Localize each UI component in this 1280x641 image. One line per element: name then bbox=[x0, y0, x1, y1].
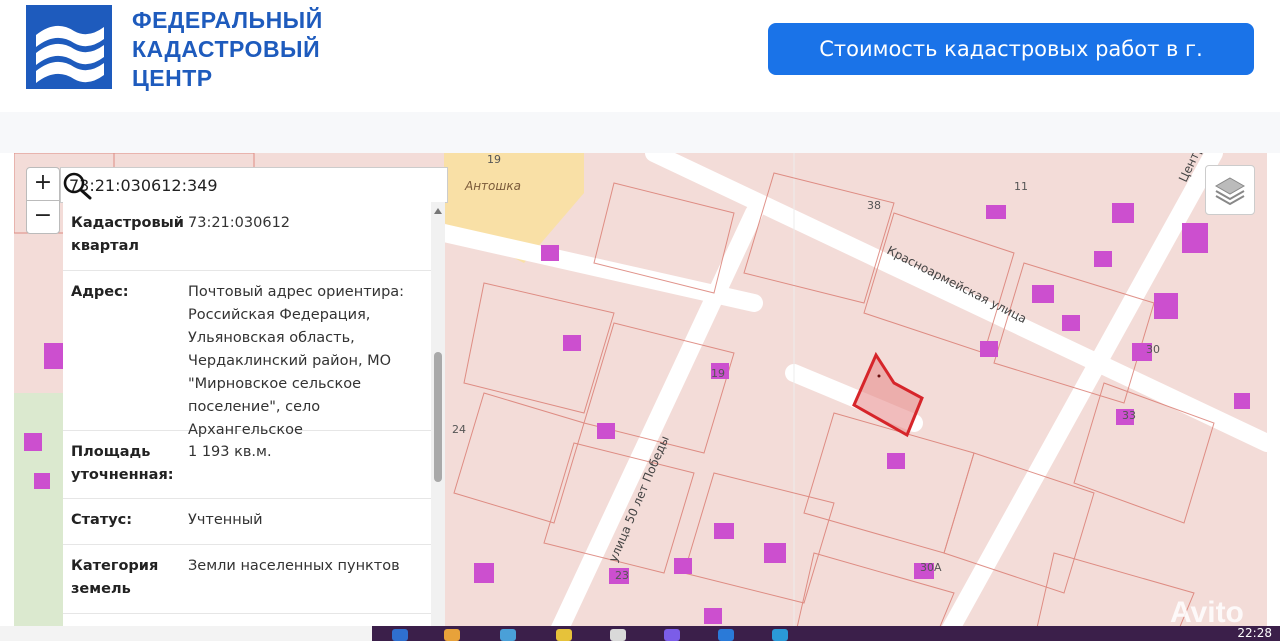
site-header: ФЕДЕРАЛЬНЫЙ КАДАСТРОВЫЙ ЦЕНТР Стоимость … bbox=[0, 0, 1280, 113]
object-info-panel: Кадастровый квартал 73:21:030612 Адрес: … bbox=[63, 202, 443, 641]
house-number-label: 33 bbox=[1122, 409, 1136, 422]
house-number-label: 30 bbox=[1146, 343, 1160, 356]
info-row: Статус: Учтенный bbox=[63, 499, 443, 545]
layers-icon bbox=[1214, 177, 1246, 206]
info-row: Кадастровый квартал 73:21:030612 bbox=[63, 202, 443, 271]
taskbar-app-icon[interactable] bbox=[556, 629, 572, 641]
info-row: Категория земель Земли населенных пункто… bbox=[63, 545, 443, 614]
house-number-label: 30А bbox=[920, 561, 942, 574]
zoom-in-button[interactable]: + bbox=[26, 167, 60, 201]
info-value: Учтенный bbox=[188, 512, 263, 528]
info-key: Площадь уточненная: bbox=[71, 444, 174, 483]
info-key: Кадастровый квартал bbox=[71, 215, 184, 254]
taskbar-app-icon[interactable] bbox=[392, 629, 408, 641]
header-spacer bbox=[0, 112, 1280, 153]
taskbar-app-icon[interactable] bbox=[772, 629, 788, 641]
taskbar-app-icon[interactable] bbox=[664, 629, 680, 641]
scrollbar-thumb[interactable] bbox=[434, 352, 442, 482]
scroll-up-icon[interactable] bbox=[434, 208, 442, 214]
info-value: 73:21:030612 bbox=[188, 215, 291, 231]
search-bar bbox=[60, 167, 448, 203]
taskbar-app-icon[interactable] bbox=[500, 629, 516, 641]
layers-button[interactable] bbox=[1205, 165, 1255, 215]
logo-line-3: ЦЕНТР bbox=[132, 65, 213, 91]
house-number-label: 11 bbox=[1014, 180, 1028, 193]
cadastral-map[interactable]: Антошка 19 19 24 11 38 33 30 30А 23 Крас… bbox=[14, 153, 1267, 641]
house-number-label: 24 bbox=[452, 423, 466, 436]
house-number-label: 19 bbox=[487, 153, 501, 166]
house-number-label: 23 bbox=[615, 569, 629, 582]
info-value: 1 193 кв.м. bbox=[188, 444, 272, 460]
taskbar-clock[interactable]: 22:28 bbox=[1237, 626, 1272, 640]
browser-bottom-area bbox=[0, 626, 372, 641]
info-key: Статус: bbox=[71, 512, 133, 528]
taskbar-app-icon[interactable] bbox=[718, 629, 734, 641]
taskbar-app-icon[interactable] bbox=[444, 629, 460, 641]
info-key: Категория земель bbox=[71, 558, 159, 597]
logo-icon bbox=[26, 5, 112, 89]
logo-line-2: КАДАСТРОВЫЙ bbox=[132, 36, 321, 62]
avito-watermark: Avito bbox=[1170, 596, 1244, 629]
logo-line-1: ФЕДЕРАЛЬНЫЙ bbox=[132, 7, 323, 33]
info-value: Земли населенных пунктов bbox=[188, 558, 400, 574]
house-number-label: 19 bbox=[711, 367, 725, 380]
info-row: Площадь уточненная: 1 193 кв.м. bbox=[63, 431, 443, 499]
info-key: Адрес: bbox=[71, 284, 129, 300]
logo-text: ФЕДЕРАЛЬНЫЙ КАДАСТРОВЫЙ ЦЕНТР bbox=[132, 6, 323, 93]
zoom-out-button[interactable]: − bbox=[26, 200, 60, 234]
panel-scrollbar[interactable] bbox=[431, 202, 445, 641]
cadastral-cost-button[interactable]: Стоимость кадастровых работ в г. Ульянов… bbox=[768, 23, 1254, 113]
taskbar: 22:28 bbox=[372, 626, 1280, 641]
search-icon[interactable] bbox=[61, 170, 93, 200]
info-value: Почтовый адрес ориентира: Российская Фед… bbox=[188, 284, 405, 438]
house-number-label: 38 bbox=[867, 199, 881, 212]
info-row: Адрес: Почтовый адрес ориентира: Российс… bbox=[63, 271, 443, 438]
taskbar-app-icon[interactable] bbox=[610, 629, 626, 641]
poi-label: Антошка bbox=[464, 179, 521, 193]
cadastral-number-input[interactable] bbox=[67, 172, 401, 198]
